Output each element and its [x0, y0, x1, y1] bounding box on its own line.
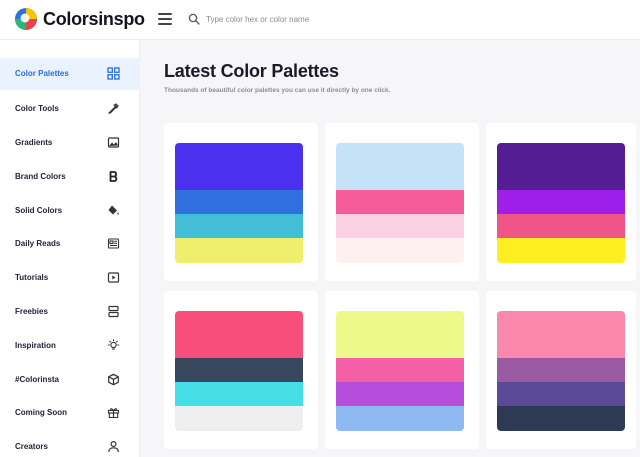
palette-swatch[interactable]: [175, 238, 303, 263]
sidebar-item-label: #Colorinsta: [15, 375, 60, 384]
sidebar-item-creators[interactable]: Creators: [0, 431, 140, 457]
page-subtitle: Thousands of beautiful color palettes yo…: [164, 87, 391, 94]
sidebar-item-colorinsta[interactable]: #Colorinsta: [0, 364, 140, 396]
palette-card[interactable]: [164, 291, 318, 449]
palette-swatch[interactable]: [336, 358, 464, 382]
sidebar-item-tutorials[interactable]: Tutorials: [0, 262, 140, 294]
palette-swatch[interactable]: [336, 190, 464, 214]
palette-swatch[interactable]: [497, 382, 625, 406]
image-icon: [107, 136, 120, 149]
sidebar-item-label: Solid Colors: [15, 206, 63, 215]
palette-swatch[interactable]: [497, 311, 625, 358]
sidebar-item-label: Tutorials: [15, 273, 49, 282]
palette-swatch[interactable]: [336, 406, 464, 431]
sidebar-item-label: Gradients: [15, 138, 53, 147]
palette-card[interactable]: [325, 291, 479, 449]
sidebar-item-label: Brand Colors: [15, 172, 66, 181]
palette-swatch[interactable]: [497, 143, 625, 190]
palette-card[interactable]: [164, 123, 318, 281]
palette-swatch[interactable]: [336, 382, 464, 406]
brand-name[interactable]: Colorsinspo: [43, 9, 145, 30]
play-icon: [107, 271, 120, 284]
color-palette[interactable]: [175, 311, 303, 431]
sidebar-item-label: Inspiration: [15, 341, 56, 350]
palette-swatch[interactable]: [175, 311, 303, 358]
palette-swatch[interactable]: [336, 214, 464, 238]
palette-swatch[interactable]: [175, 214, 303, 238]
palette-swatch[interactable]: [497, 190, 625, 214]
palette-swatch[interactable]: [175, 190, 303, 214]
sidebar-item-inspiration[interactable]: Inspiration: [0, 330, 140, 362]
page-title: Latest Color Palettes: [164, 61, 339, 81]
layers-icon: [107, 305, 120, 318]
color-palette[interactable]: [336, 311, 464, 431]
palette-card[interactable]: [486, 291, 636, 449]
top-header: Colorsinspo: [0, 0, 640, 40]
sidebar-item-label: Color Palettes: [15, 69, 69, 78]
sidebar-item-label: Coming Soon: [15, 408, 67, 417]
palette-swatch[interactable]: [497, 406, 625, 431]
sidebar-item-color-tools[interactable]: Color Tools: [0, 93, 140, 125]
palette-swatch[interactable]: [175, 143, 303, 190]
grid-icon: [107, 67, 120, 80]
sidebar-item-freebies[interactable]: Freebies: [0, 296, 140, 328]
palette-swatch[interactable]: [175, 358, 303, 382]
hamburger-menu-icon[interactable]: [158, 13, 172, 25]
palette-swatch[interactable]: [497, 238, 625, 263]
sidebar-item-color-palettes[interactable]: Color Palettes: [0, 58, 140, 90]
palette-swatch[interactable]: [497, 358, 625, 382]
sidebar-item-gradients[interactable]: Gradients: [0, 127, 140, 159]
sidebar: Color Palettes Color Tools Gradients Bra…: [0, 40, 140, 457]
color-palette[interactable]: [497, 143, 625, 263]
user-icon: [107, 440, 120, 453]
palette-swatch[interactable]: [336, 143, 464, 190]
search-icon: [188, 13, 200, 25]
color-palette[interactable]: [497, 311, 625, 431]
palette-swatch[interactable]: [336, 238, 464, 263]
sidebar-item-label: Creators: [15, 442, 48, 451]
newspaper-icon: [107, 237, 120, 250]
palette-swatch[interactable]: [497, 214, 625, 238]
sidebar-item-coming-soon[interactable]: Coming Soon: [0, 397, 140, 429]
palette-swatch[interactable]: [175, 382, 303, 406]
search-input[interactable]: [206, 10, 506, 28]
sidebar-item-solid-colors[interactable]: Solid Colors: [0, 195, 140, 227]
eyedropper-icon: [107, 102, 120, 115]
sidebar-item-label: Color Tools: [15, 104, 59, 113]
colorsinspo-logo-icon[interactable]: [14, 7, 38, 31]
sidebar-item-label: Daily Reads: [15, 239, 61, 248]
gift-icon: [107, 406, 120, 419]
paint-bucket-icon: [107, 204, 120, 217]
cube-icon: [107, 373, 120, 386]
sidebar-item-label: Freebies: [15, 307, 48, 316]
palette-card[interactable]: [486, 123, 636, 281]
lightbulb-icon: [107, 339, 120, 352]
color-palette[interactable]: [175, 143, 303, 263]
palette-card[interactable]: [325, 123, 479, 281]
bold-b-icon: [107, 170, 120, 183]
color-palette[interactable]: [336, 143, 464, 263]
sidebar-item-brand-colors[interactable]: Brand Colors: [0, 161, 140, 193]
palette-swatch[interactable]: [175, 406, 303, 431]
palette-swatch[interactable]: [336, 311, 464, 358]
sidebar-item-daily-reads[interactable]: Daily Reads: [0, 228, 140, 260]
